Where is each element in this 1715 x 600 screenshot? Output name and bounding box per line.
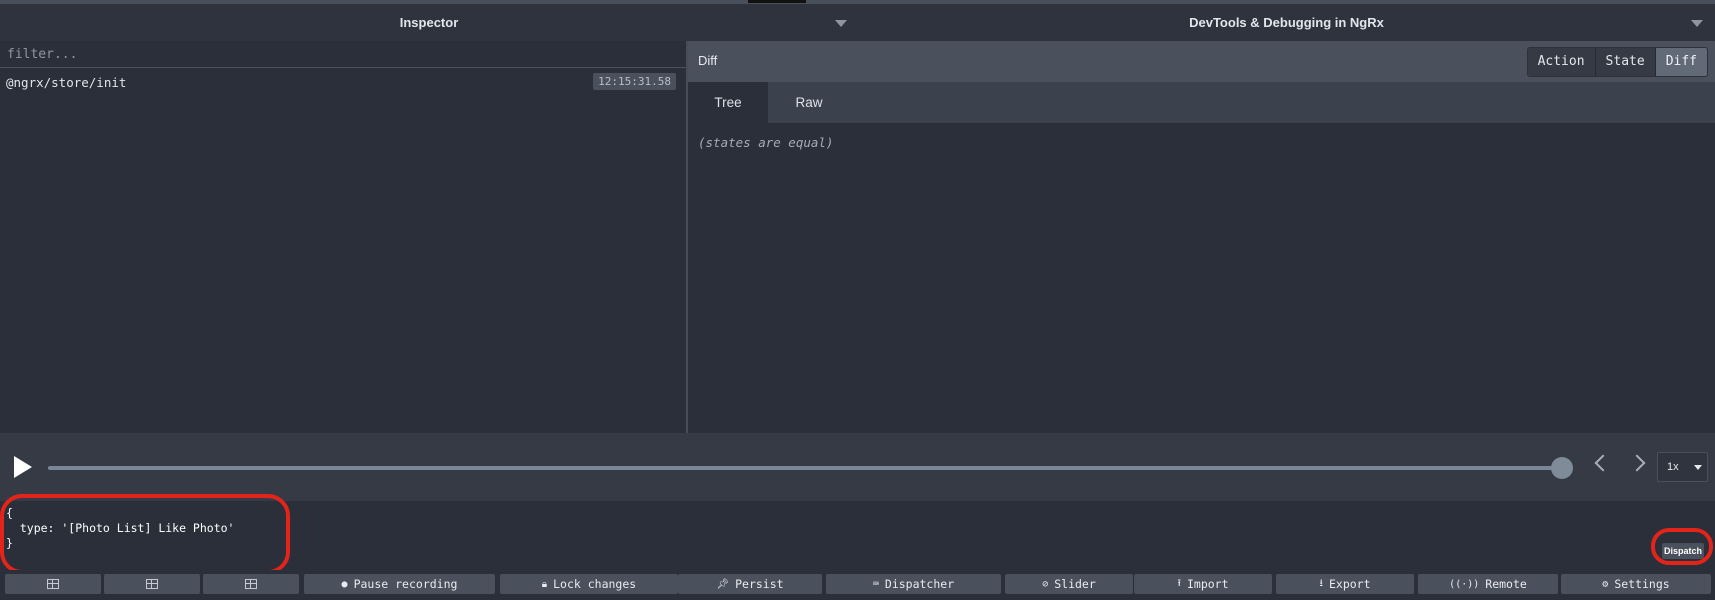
layout-bottom-icon	[245, 579, 257, 589]
antenna-icon: ((·))	[1449, 578, 1480, 590]
state-tab-button[interactable]: State	[1594, 48, 1655, 76]
remote-label: Remote	[1485, 577, 1527, 591]
dispatcher-button[interactable]: ⌨ Dispatcher	[826, 574, 1001, 594]
action-name: @ngrx/store/init	[6, 75, 127, 90]
detail-header: Diff Action State Diff	[688, 41, 1715, 82]
persist-button[interactable]: 📌︎ Persist	[678, 574, 822, 594]
detail-pane: Diff Action State Diff Tree Raw (states …	[688, 41, 1715, 433]
tab-raw[interactable]: Raw	[768, 82, 850, 123]
settings-button[interactable]: ⚙ Settings	[1561, 574, 1711, 594]
filter-bar	[0, 41, 686, 68]
right-monitor-label: DevTools & Debugging in NgRx	[1189, 15, 1384, 30]
bottom-toolbar: ● Pause recording 🔒︎ Lock changes 📌︎ Persis…	[0, 570, 1715, 600]
chevron-left-icon[interactable]	[1594, 454, 1612, 472]
speed-value: 1x	[1667, 461, 1679, 473]
export-label: Export	[1328, 577, 1371, 591]
pause-recording-label: Pause recording	[353, 577, 458, 591]
download-icon: ⭳	[1319, 577, 1323, 589]
diff-tab-button[interactable]: Diff	[1654, 48, 1707, 76]
layout-right-button[interactable]	[104, 574, 200, 594]
monitor-header: Inspector DevTools & Debugging in NgRx	[0, 4, 1715, 42]
diff-view-tabs: Tree Raw	[688, 82, 1715, 123]
dispatch-highlight-annotation	[1651, 528, 1713, 565]
gear-icon: ⚙	[1602, 578, 1609, 590]
speed-select[interactable]: 1x	[1657, 452, 1708, 482]
left-monitor-selector[interactable]: Inspector	[0, 4, 858, 41]
dispatcher-label: Dispatcher	[884, 577, 955, 591]
keyboard-icon: ⌨	[872, 578, 879, 590]
export-button[interactable]: ⭳ Export	[1276, 574, 1414, 594]
remote-button[interactable]: ((·)) Remote	[1418, 574, 1558, 594]
lock-changes-label: Lock changes	[553, 577, 637, 591]
play-icon[interactable]	[14, 456, 32, 478]
slider-label: Slider	[1054, 577, 1096, 591]
filter-input[interactable]	[0, 41, 686, 67]
action-list-pane: @ngrx/store/init 12:15:31.58	[0, 41, 688, 433]
lock-icon: 🔒︎	[541, 578, 548, 590]
timeline-handle[interactable]	[1551, 457, 1573, 479]
persist-label: Persist	[735, 577, 784, 591]
action-timestamp: 12:15:31.58	[593, 73, 676, 90]
playback-bar: 1x	[0, 433, 1715, 501]
timeline-track[interactable]	[48, 466, 1561, 470]
left-monitor-label: Inspector	[399, 15, 459, 30]
action-list-item[interactable]: @ngrx/store/init 12:15:31.58	[0, 68, 686, 96]
chevron-right-icon[interactable]	[1628, 454, 1646, 472]
right-monitor-dropdown-icon[interactable]	[1691, 20, 1703, 27]
view-switcher: Action State Diff	[1526, 47, 1708, 77]
record-icon: ●	[341, 578, 348, 590]
detail-title: Diff	[698, 53, 718, 68]
import-button[interactable]: ⭱ Import	[1134, 574, 1272, 594]
tab-tree[interactable]: Tree	[688, 82, 768, 123]
pin-icon: 📌︎	[716, 578, 730, 590]
upload-icon: ⭱	[1177, 577, 1181, 589]
window-notch	[748, 0, 806, 3]
left-monitor-dropdown-icon[interactable]	[835, 20, 847, 27]
action-tab-button[interactable]: Action	[1527, 48, 1595, 76]
layout-left-button[interactable]	[5, 574, 101, 594]
layout-right-icon	[146, 579, 158, 589]
slider-button[interactable]: ⊘ Slider	[1005, 574, 1133, 594]
layout-left-icon	[47, 579, 59, 589]
slider-icon: ⊘	[1042, 578, 1049, 590]
diff-message: (states are equal)	[698, 135, 834, 150]
import-label: Import	[1186, 577, 1229, 591]
lock-changes-button[interactable]: 🔒︎ Lock changes	[500, 574, 678, 594]
pause-recording-button[interactable]: ● Pause recording	[304, 574, 495, 594]
right-monitor-selector[interactable]: DevTools & Debugging in NgRx	[858, 4, 1715, 41]
layout-bottom-button[interactable]	[203, 574, 299, 594]
editor-highlight-annotation	[0, 494, 290, 574]
settings-label: Settings	[1614, 577, 1670, 591]
chevron-down-icon	[1694, 465, 1702, 470]
